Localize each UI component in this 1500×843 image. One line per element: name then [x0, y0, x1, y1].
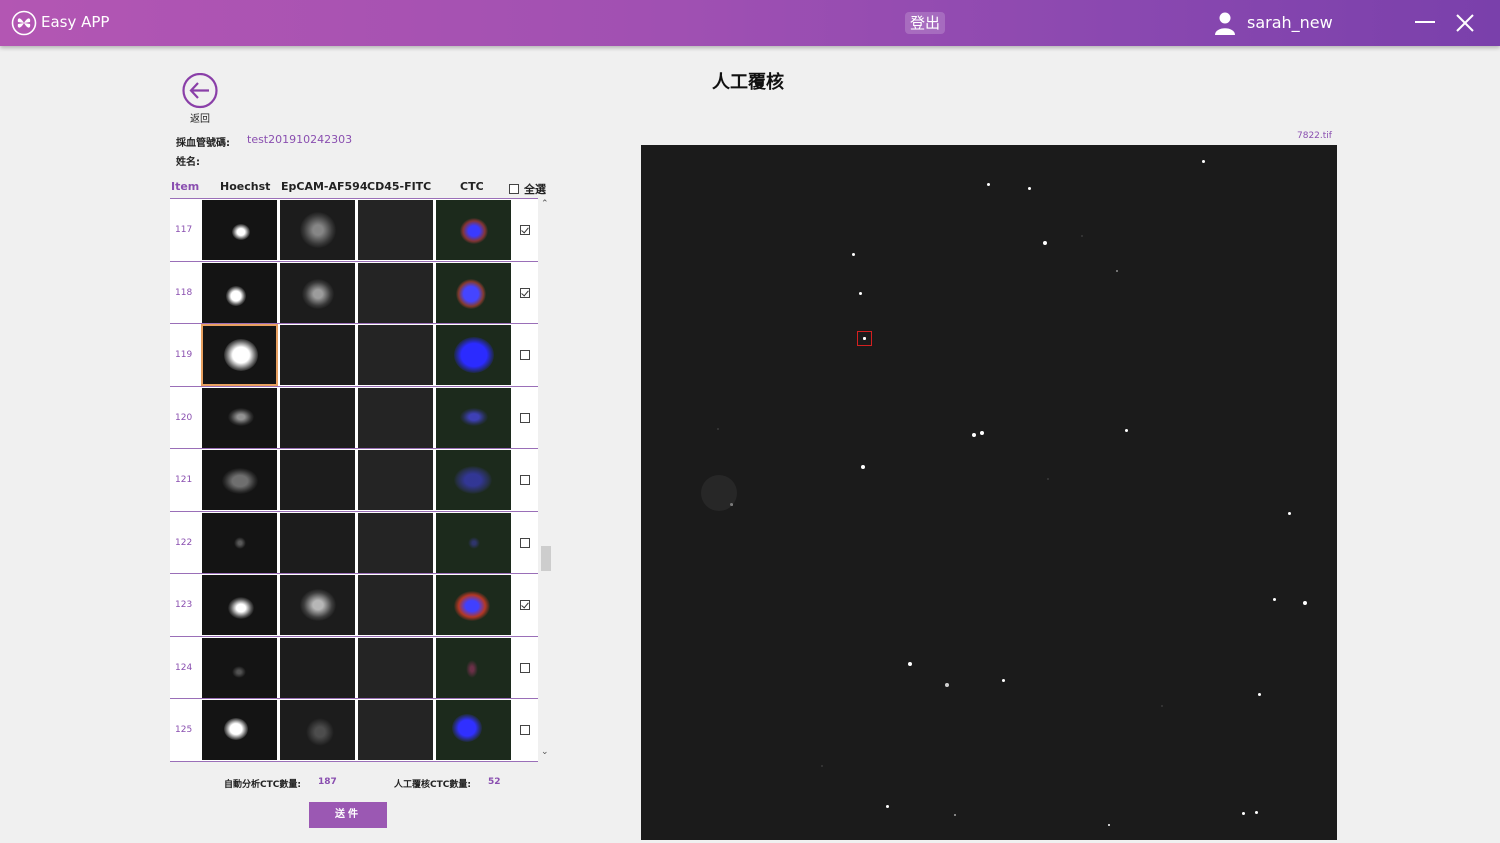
row-checkbox[interactable]	[520, 475, 530, 485]
row-checkbox[interactable]	[520, 350, 530, 360]
table-row[interactable]: 124	[170, 637, 538, 699]
cd45-image[interactable]	[358, 200, 433, 260]
logout-button[interactable]: 登出	[905, 12, 946, 34]
column-header-hoechst: Hoechst	[220, 180, 271, 193]
epcam-image[interactable]	[280, 700, 355, 760]
ctc-image[interactable]	[436, 387, 511, 448]
ctc-image[interactable]	[436, 700, 511, 760]
item-number: 119	[175, 350, 193, 360]
hoechst-image[interactable]	[202, 512, 277, 573]
item-number: 125	[175, 725, 193, 735]
column-header-item: Item	[171, 180, 200, 193]
cd45-image[interactable]	[358, 575, 433, 635]
tube-number-label: 採血管號碼:	[176, 138, 230, 149]
table-row[interactable]: 118	[170, 262, 538, 324]
manual-count-value: 52	[488, 777, 501, 787]
cd45-image[interactable]	[358, 512, 433, 573]
row-checkbox[interactable]	[520, 662, 530, 673]
item-number: 117	[175, 225, 193, 235]
table-row[interactable]: 125	[170, 699, 538, 762]
table-row[interactable]: 120	[170, 387, 538, 449]
row-checkbox[interactable]	[520, 225, 530, 235]
table-row[interactable]: 122	[170, 512, 538, 574]
ctc-image[interactable]	[436, 200, 511, 260]
send-button[interactable]: 送件	[309, 802, 387, 828]
select-all-checkbox[interactable]: 全選	[509, 181, 546, 197]
item-number: 121	[175, 475, 193, 485]
ctc-image[interactable]	[436, 450, 511, 510]
cd45-image[interactable]	[358, 262, 433, 323]
manual-count-label: 人工覆核CTC數量:	[394, 780, 471, 790]
epcam-image[interactable]	[280, 325, 355, 385]
item-number: 123	[175, 600, 193, 610]
scrollbar-thumb[interactable]	[541, 546, 551, 571]
epcam-image[interactable]	[280, 450, 355, 510]
row-checkbox[interactable]	[520, 412, 530, 423]
select-all-box[interactable]	[509, 184, 519, 194]
table-row[interactable]: 119	[170, 324, 538, 387]
cell-table: 117 118 119 120 121 122 123 124 125	[170, 198, 538, 762]
cd45-image[interactable]	[358, 700, 433, 760]
hoechst-image[interactable]	[202, 700, 277, 760]
select-all-label: 全選	[524, 183, 546, 196]
cd45-image[interactable]	[358, 325, 433, 385]
row-checkbox[interactable]	[520, 600, 530, 610]
column-header-epcam: EpCAM-AF594	[281, 180, 368, 193]
hoechst-image[interactable]	[202, 200, 277, 260]
epcam-image[interactable]	[280, 637, 355, 698]
user-icon	[1215, 12, 1235, 35]
auto-count-label: 自動分析CTC數量:	[224, 780, 301, 790]
row-checkbox[interactable]	[520, 287, 530, 298]
table-row[interactable]: 121	[170, 449, 538, 512]
tube-number-value: test201910242303	[247, 133, 353, 146]
cd45-image[interactable]	[358, 637, 433, 698]
item-number: 118	[175, 287, 193, 298]
column-header-ctc: CTC	[460, 180, 484, 193]
ctc-image[interactable]	[436, 325, 511, 385]
back-button[interactable]: 返回	[181, 73, 219, 125]
ctc-image[interactable]	[436, 637, 511, 698]
hoechst-image[interactable]	[202, 637, 277, 698]
cd45-image[interactable]	[358, 387, 433, 448]
column-header-cd45: CD45-FITC	[367, 180, 432, 193]
ctc-image[interactable]	[436, 575, 511, 635]
username: sarah_new	[1247, 13, 1333, 32]
hoechst-image[interactable]	[201, 324, 278, 386]
close-icon[interactable]	[1455, 13, 1475, 33]
auto-count-value: 187	[318, 777, 337, 787]
selected-cell-marker	[857, 331, 872, 346]
page-title: 人工覆核	[712, 72, 784, 93]
hoechst-image[interactable]	[202, 575, 277, 635]
scroll-down-icon[interactable]: ⌄	[541, 747, 549, 757]
row-checkbox[interactable]	[520, 537, 530, 548]
app-name: Easy APP	[41, 13, 110, 31]
epcam-image[interactable]	[280, 262, 355, 323]
item-number: 124	[175, 662, 193, 673]
arrow-left-circle-icon	[182, 73, 218, 109]
epcam-image[interactable]	[280, 200, 355, 260]
scroll-up-icon[interactable]: ⌃	[541, 199, 549, 209]
row-checkbox[interactable]	[520, 725, 530, 735]
table-scrollbar[interactable]: ⌃ ⌄	[539, 199, 553, 762]
patient-name-label: 姓名:	[176, 157, 200, 168]
table-row[interactable]: 117	[170, 199, 538, 262]
hoechst-image[interactable]	[202, 262, 277, 323]
title-bar: Easy APP 登出 sarah_new	[0, 0, 1500, 46]
hoechst-image[interactable]	[202, 387, 277, 448]
epcam-image[interactable]	[280, 387, 355, 448]
item-number: 120	[175, 412, 193, 423]
ctc-image[interactable]	[436, 512, 511, 573]
cd45-image[interactable]	[358, 450, 433, 510]
back-label: 返回	[190, 114, 210, 125]
image-file-name: 7822.tif	[1297, 131, 1332, 141]
hoechst-image[interactable]	[202, 450, 277, 510]
item-number: 122	[175, 537, 193, 548]
minimize-icon[interactable]	[1414, 13, 1436, 33]
fluorescence-image-viewer[interactable]	[641, 145, 1337, 840]
table-row[interactable]: 123	[170, 574, 538, 637]
epcam-image[interactable]	[280, 575, 355, 635]
app-logo-icon	[11, 10, 37, 36]
epcam-image[interactable]	[280, 512, 355, 573]
ctc-image[interactable]	[436, 262, 511, 323]
